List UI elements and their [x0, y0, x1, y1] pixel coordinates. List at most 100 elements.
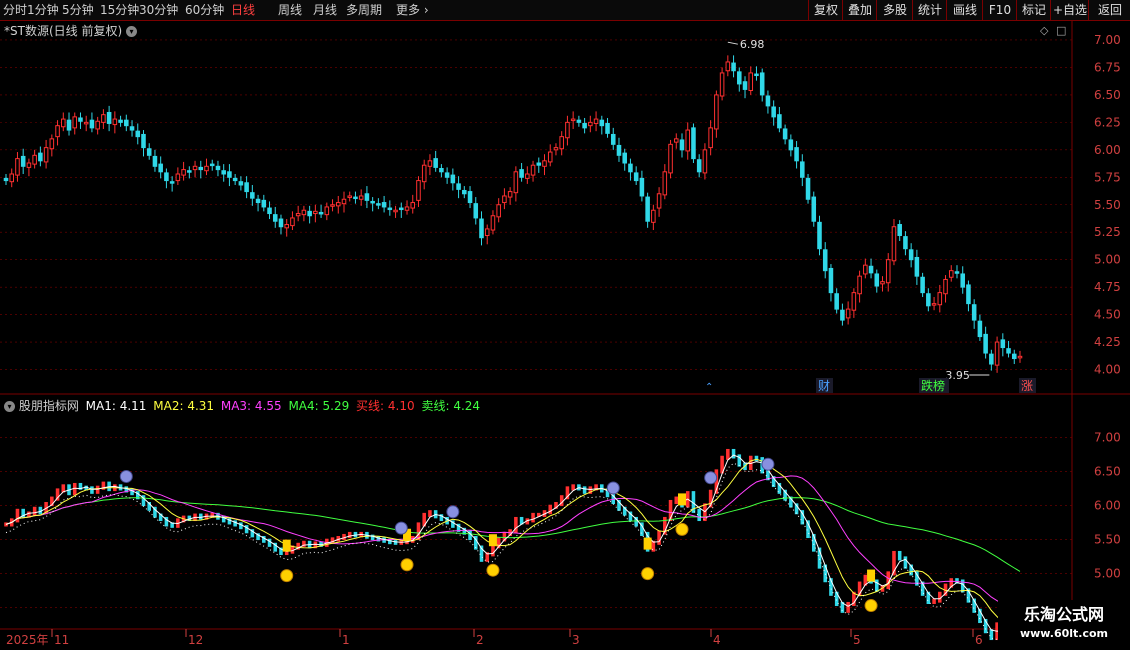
period-tab[interactable]: 多周期 — [346, 2, 382, 18]
chart-area: 4.00 4.25 4.50 4.75 5.00 5.25 5.50 5.75 6.00 6.25… — [0, 21, 1130, 650]
candle-body — [765, 95, 771, 107]
y-tick-label: 4.50 — [1094, 308, 1121, 322]
ma-legend-item: 买线: 4.10 — [352, 399, 415, 413]
indicator-bar — [347, 531, 352, 539]
candle-body — [284, 224, 289, 229]
candle-body — [410, 202, 416, 209]
candle-body — [250, 192, 255, 199]
candle-body — [811, 196, 817, 222]
candle-body — [685, 129, 691, 152]
candle-body — [668, 143, 673, 174]
candle-body — [427, 160, 433, 167]
candle-body — [610, 133, 616, 145]
candle-body — [616, 144, 622, 156]
candle-body — [370, 200, 375, 204]
candle-body — [272, 214, 278, 222]
lower-panel-title: 股朋指标网 — [18, 399, 79, 413]
candle-body — [129, 126, 135, 131]
candle-body — [845, 308, 851, 319]
indicator-bar — [875, 579, 879, 592]
period-tab[interactable]: 15分钟 — [100, 2, 139, 18]
candle-body — [737, 71, 742, 85]
smiley-icon — [675, 522, 689, 536]
diamond-icon[interactable]: ◇ — [1040, 24, 1048, 37]
candle-body — [261, 199, 267, 208]
candle-body — [341, 198, 347, 205]
candle-body — [15, 158, 20, 176]
smiley-icon — [864, 599, 878, 613]
candle-body — [874, 273, 880, 287]
period-tab[interactable]: 日线 — [231, 2, 255, 18]
upper-panel-title-wrap: *ST数源(日线 前复权) ▾ — [4, 22, 137, 39]
chevron-down-icon[interactable]: ▾ — [125, 26, 137, 37]
period-tab[interactable]: 更多 › — [396, 2, 429, 18]
period-tab[interactable]: 30分钟 — [139, 2, 178, 18]
chevron-down-icon[interactable]: ▾ — [4, 401, 15, 412]
candle-body — [530, 164, 536, 176]
toolbar-button[interactable]: +自选 — [1050, 0, 1089, 20]
y-tick-label: 5.75 — [1094, 170, 1121, 184]
candle-body — [26, 162, 32, 168]
toolbar-button[interactable]: 标记 — [1016, 0, 1051, 20]
period-tab[interactable]: 60分钟 — [185, 2, 224, 18]
high-pointer — [727, 41, 738, 45]
candle-body — [920, 276, 925, 294]
y-tick-label: 5.00 — [1094, 566, 1121, 580]
candle-body — [960, 273, 965, 288]
candle-body — [169, 181, 175, 184]
y-tick-label: 7.00 — [1094, 33, 1121, 47]
period-tab[interactable]: 5分钟 — [62, 2, 94, 18]
candle-body — [462, 189, 467, 195]
toolbar-button[interactable]: 画线 — [946, 0, 983, 20]
smiley-icon — [486, 563, 500, 577]
candle-body — [221, 170, 226, 175]
toolbar-button[interactable]: 多股 — [876, 0, 913, 20]
candle-body — [754, 73, 759, 77]
candle-body — [484, 228, 490, 237]
candle-body — [673, 138, 679, 143]
up-arrow-icon: ⌃ — [705, 382, 713, 393]
square-icon[interactable]: □ — [1056, 24, 1066, 37]
indicator-bar — [897, 550, 902, 561]
candle-body — [1006, 348, 1011, 354]
period-tab[interactable]: 1分钟 — [27, 2, 59, 18]
period-tab[interactable]: 月线 — [313, 2, 337, 18]
toolbar-button[interactable]: F10 — [982, 0, 1017, 20]
candle-body — [748, 72, 754, 92]
indicator-bar — [737, 454, 742, 467]
candle-body — [467, 191, 473, 204]
ma-legend-item: MA4: 5.29 — [284, 399, 350, 413]
ma-legend-item: MA3: 4.55 — [217, 399, 282, 413]
candle-body — [507, 191, 513, 198]
candle-body — [444, 172, 450, 178]
candle-body — [880, 281, 885, 285]
toolbar-button[interactable]: 复权 — [808, 0, 843, 20]
period-tab[interactable]: 周线 — [278, 2, 302, 18]
lower-panel-title-wrap: ▾ 股朋指标网 MA1: 4.11 MA2: 4.31 MA3: 4.55 MA… — [4, 397, 480, 414]
candle-body — [376, 203, 381, 206]
candle-body — [525, 173, 530, 179]
time-tick-label: 6 — [975, 633, 983, 647]
candle-body — [301, 209, 307, 216]
indicator-bar — [428, 510, 432, 517]
period-tab[interactable]: 分时 — [3, 2, 27, 18]
candle-body — [433, 158, 438, 168]
smiley-icon — [400, 558, 414, 572]
candle-body — [158, 163, 163, 173]
indicator-bar — [370, 534, 375, 541]
y-tick-label: 6.00 — [1094, 498, 1121, 512]
y-tick-label: 6.50 — [1094, 88, 1121, 102]
toolbar-button[interactable]: 统计 — [912, 0, 947, 20]
indicator-bar — [823, 564, 827, 583]
candle-body — [926, 293, 931, 307]
candle-body — [794, 147, 799, 162]
toolbar-button[interactable]: 返回 — [1088, 0, 1130, 20]
candle-body — [450, 174, 456, 184]
candle-body — [633, 172, 639, 182]
candle-body — [639, 177, 645, 197]
candle-body — [1017, 355, 1023, 359]
candle-body — [9, 173, 15, 183]
toolbar-button[interactable]: 叠加 — [842, 0, 877, 20]
candle-body — [696, 159, 702, 173]
indicator-bar — [726, 448, 730, 460]
